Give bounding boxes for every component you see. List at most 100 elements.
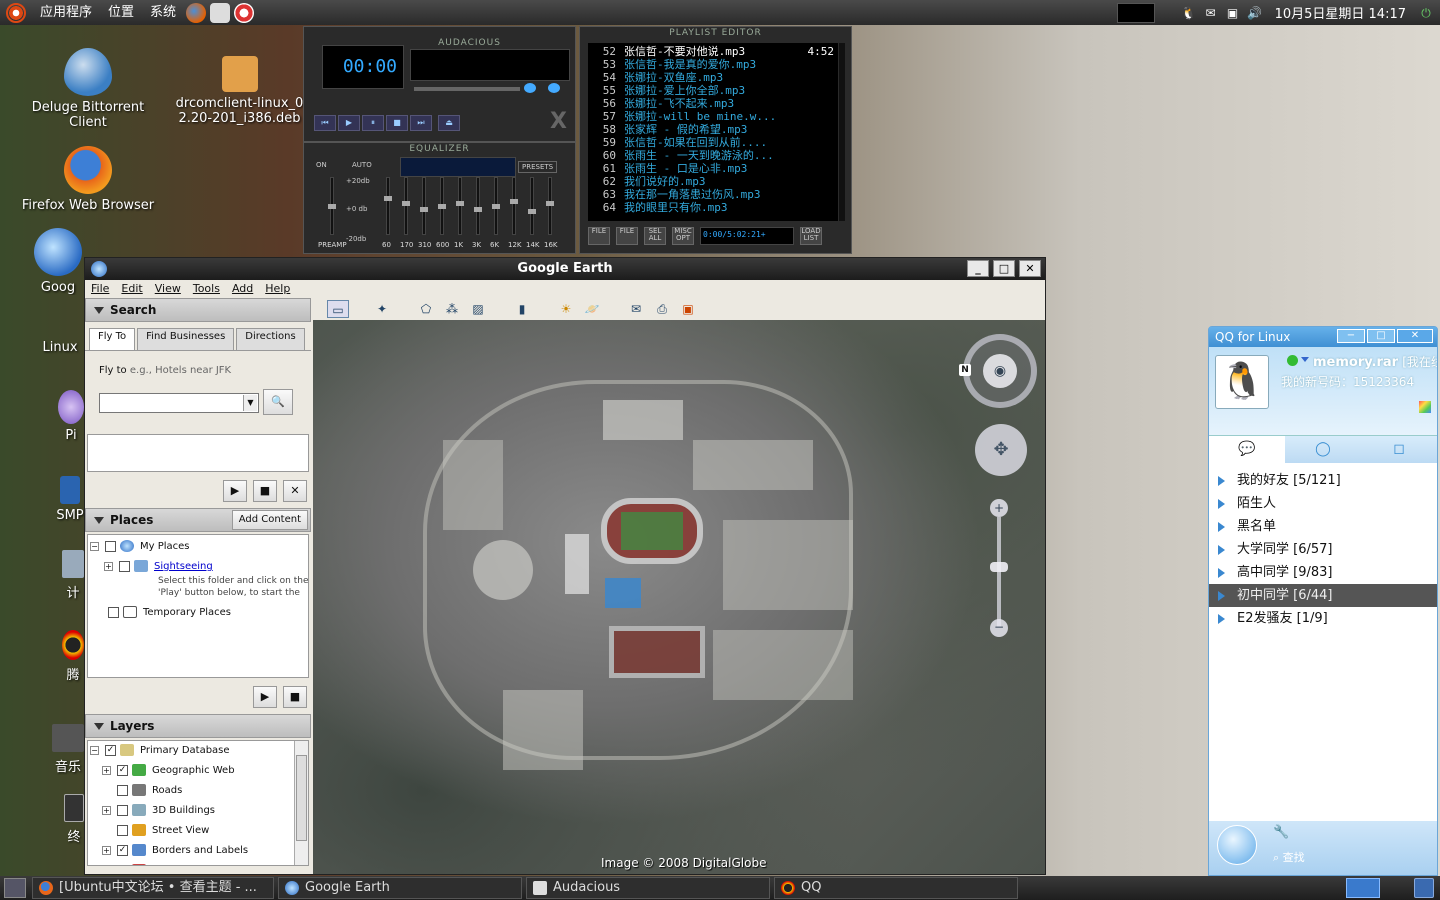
eq-band-slider[interactable]	[510, 177, 518, 235]
eq-slider-knob[interactable]	[510, 199, 518, 204]
trash-icon[interactable]	[1414, 878, 1434, 898]
playlist-scrollbar[interactable]	[839, 43, 845, 221]
places-panel-header[interactable]: Places Add Content	[85, 508, 311, 532]
zoom-out-button[interactable]: −	[990, 619, 1008, 637]
zoom-slider-thumb[interactable]	[990, 562, 1008, 572]
layers-panel-header[interactable]: Layers	[85, 714, 311, 738]
north-indicator-icon[interactable]: N	[959, 364, 971, 376]
places-stop-button[interactable]: ■	[283, 686, 307, 708]
menu-help[interactable]: Help	[265, 280, 290, 298]
qq-contact-group[interactable]: 高中同学 [9/83]	[1209, 561, 1437, 584]
playlist-row[interactable]: 52 张信哲-不要对他说.mp3	[592, 45, 834, 58]
playlist-row[interactable]: 54 张娜拉-双鱼座.mp3	[592, 71, 834, 84]
playlist-toggle-button[interactable]	[548, 83, 560, 93]
add-placemark-icon[interactable]: ✦	[371, 300, 393, 318]
eq-band-slider[interactable]	[456, 177, 464, 235]
tab-directions[interactable]: Directions	[236, 328, 305, 350]
search-stop-button[interactable]: ■	[253, 480, 277, 502]
qq-contact-group[interactable]: 初中同学 [6/44]	[1209, 584, 1437, 607]
eq-slider-knob[interactable]	[438, 204, 446, 209]
earth-map-view[interactable]: ◉ N ✥ + − Image © 2008 DigitalGlobe	[313, 320, 1045, 874]
tab-recent-icon[interactable]: ◻	[1361, 436, 1437, 463]
eq-toggle-button[interactable]	[524, 83, 536, 93]
tree-item-sightseeing[interactable]: + Sightseeing	[90, 557, 308, 577]
places-play-button[interactable]: ▶	[253, 686, 277, 708]
move-joystick[interactable]: ✥	[975, 424, 1027, 476]
qq-contact-group[interactable]: 黑名单	[1209, 515, 1437, 538]
collapse-icon[interactable]: −	[90, 745, 99, 755]
search-panel-header[interactable]: Search	[85, 298, 311, 322]
mail-launcher-icon[interactable]	[210, 2, 231, 23]
workspace-switcher[interactable]	[1346, 878, 1380, 898]
remove-file-button[interactable]: FILE	[616, 227, 638, 245]
desktop-icon-music[interactable]: 音乐	[52, 724, 84, 775]
email-icon[interactable]: ✉	[625, 300, 647, 318]
temporary-places-checkbox[interactable]	[108, 606, 119, 618]
eq-slider-knob[interactable]	[528, 209, 536, 214]
layer-checkbox[interactable]	[117, 864, 128, 865]
playlist-row[interactable]: 60 张雨生 - 一天到晚游泳的...	[592, 149, 834, 162]
tree-item-my-places[interactable]: − My Places	[90, 537, 308, 557]
task-firefox[interactable]: [Ubuntu中文论坛 • 查看主题 - ...	[32, 877, 274, 899]
close-button[interactable]: ✕	[1019, 260, 1041, 277]
playlist-row[interactable]: 62 我们说好的.mp3	[592, 175, 834, 188]
select-all-button[interactable]: SEL ALL	[644, 227, 666, 245]
eq-preamp-slider[interactable]	[328, 177, 336, 235]
eq-slider-knob[interactable]	[402, 201, 410, 206]
show-desktop-icon[interactable]	[4, 878, 26, 898]
sidebar-toggle-icon[interactable]: ▭	[327, 300, 349, 318]
balance-slider[interactable]	[480, 87, 520, 91]
eq-slider-knob[interactable]	[492, 204, 500, 209]
look-joystick[interactable]: ◉	[963, 334, 1037, 408]
eq-band-slider[interactable]	[438, 177, 446, 235]
tab-contacts-icon[interactable]: 💬	[1209, 436, 1285, 463]
eq-slider-knob[interactable]	[474, 207, 482, 212]
eq-band-slider[interactable]	[546, 177, 554, 235]
eq-band-slider[interactable]	[492, 177, 500, 235]
layer-row[interactable]: +Street View	[90, 821, 308, 841]
playlist-row[interactable]: 63 我在那一角落患过伤风.mp3	[592, 188, 834, 201]
desktop-icon-qq[interactable]: 腾	[62, 630, 84, 683]
layer-row[interactable]: − ✓ Primary Database	[90, 741, 308, 761]
expand-icon[interactable]: +	[102, 765, 111, 775]
layer-checkbox[interactable]	[117, 804, 128, 816]
menu-edit[interactable]: Edit	[121, 280, 142, 298]
search-results[interactable]	[87, 434, 309, 472]
task-google-earth[interactable]: Google Earth	[278, 877, 522, 899]
sky-icon[interactable]: 🪐	[581, 300, 603, 318]
layers-tree[interactable]: −✓Primary Database+✓Geographic Web+Roads…	[87, 740, 309, 866]
help-launcher-icon[interactable]	[234, 2, 255, 23]
desktop-icon-firefox[interactable]: Firefox Web Browser	[18, 146, 158, 213]
eq-band-slider[interactable]	[528, 177, 536, 235]
qq-close-button[interactable]: ✕	[1397, 329, 1433, 343]
qq-contact-group[interactable]: 我的好友 [5/121]	[1209, 469, 1437, 492]
audacious-equalizer-window[interactable]: EQUALIZER ON AUTO PRESETS +20db +0 db -2…	[303, 142, 576, 254]
layer-checkbox[interactable]: ✓	[105, 744, 116, 756]
qq-contact-group[interactable]: E2发骚友 [1/9]	[1209, 607, 1437, 630]
layer-checkbox[interactable]	[117, 784, 128, 796]
print-icon[interactable]: ⎙	[651, 300, 673, 318]
task-qq[interactable]: QQ	[774, 877, 1018, 899]
menu-view[interactable]: View	[155, 280, 181, 298]
playlist-row[interactable]: 59 张信哲-如果在回到从前....	[592, 136, 834, 149]
add-image-overlay-icon[interactable]: ▨	[467, 300, 489, 318]
menu-add[interactable]: Add	[232, 280, 253, 298]
desktop-icon-linux[interactable]: Linux	[38, 340, 82, 355]
menu-applications[interactable]: 应用程序	[32, 0, 100, 25]
fly-to-input[interactable]	[99, 393, 259, 413]
search-button[interactable]: 🔍	[263, 389, 293, 415]
playlist-row[interactable]: 58 张家辉 - 假的希望.mp3	[592, 123, 834, 136]
misc-options-button[interactable]: MISC OPT	[672, 227, 694, 245]
playlist-row[interactable]: 57 张娜拉-will be mine.w...	[592, 110, 834, 123]
zoom-slider-track[interactable]	[997, 517, 1001, 627]
tab-groups-icon[interactable]: ◯	[1285, 436, 1361, 463]
eq-band-slider[interactable]	[402, 177, 410, 235]
tab-find-businesses[interactable]: Find Businesses	[137, 328, 235, 350]
eq-on-toggle[interactable]: ON	[316, 161, 327, 169]
playlist-row[interactable]: 61 张雨生 - 口是心非.mp3	[592, 162, 834, 175]
zoom-in-button[interactable]: +	[990, 499, 1008, 517]
audacious-main-window[interactable]: AUDACIOUS 00:00 ⏮ ▶ ⏸ ■ ⏭ ⏏ X	[303, 26, 576, 142]
playlist-row[interactable]: 53 张信哲-我是真的爱你.mp3	[592, 58, 834, 71]
layer-row[interactable]: +Traffic	[90, 861, 308, 865]
minimize-button[interactable]: _	[967, 260, 989, 277]
